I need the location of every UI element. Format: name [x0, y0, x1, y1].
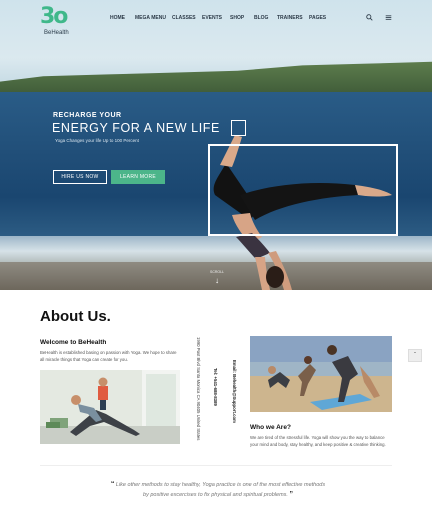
welcome-title: Welcome to BeHealth — [40, 339, 107, 346]
phone-vertical: Tel: +541-688-8389 — [210, 368, 230, 438]
page: 3o BeHealth HOME MEGA MENU CLASSES EVENT… — [0, 0, 432, 512]
learn-more-button[interactable]: LEARN MORE — [111, 170, 165, 184]
brand-logo[interactable]: 3o — [40, 4, 70, 29]
hero-section: 3o BeHealth HOME MEGA MENU CLASSES EVENT… — [0, 0, 432, 290]
quote-text: Like other methods to stay healthy, Yoga… — [115, 482, 326, 498]
nav-item-shop[interactable]: SHOP — [230, 15, 244, 21]
hamburger-icon[interactable] — [385, 14, 392, 21]
phone-text[interactable]: Tel: +541-688-8389 — [213, 368, 218, 406]
hero-frame — [208, 144, 398, 236]
hire-us-button[interactable]: HIRE US NOW — [53, 170, 107, 184]
about-title: About Us. — [40, 308, 111, 325]
scroll-label: SCROLL — [210, 270, 225, 274]
beach-yoga-illustration — [250, 336, 392, 412]
section-divider — [40, 465, 392, 466]
welcome-body: BeHealth is established basing on passio… — [40, 350, 177, 362]
address-text: 1990 Post Blvd Santa Monica CA 90405 Uni… — [196, 337, 201, 441]
quote-open-icon: “ — [110, 481, 115, 488]
who-we-are-title: Who we Are? — [250, 424, 291, 431]
hero-subtitle: Yoga Changes your life Up to 100 Percent — [55, 138, 139, 143]
search-icon[interactable] — [366, 14, 373, 21]
nav-item-pages[interactable]: PAGES — [309, 15, 326, 21]
email-vertical: Email: Behealth@Support.com — [229, 360, 249, 430]
brand-name: BeHealth — [44, 30, 69, 36]
hero-kicker: RECHARGE YOUR — [53, 112, 122, 119]
who-we-are-body: We are tired of the stressful life. Yoga… — [250, 435, 386, 447]
quote-block: “ Like other methods to stay healthy, Yo… — [108, 480, 328, 500]
email-text[interactable]: Email: Behealth@Support.com — [232, 360, 237, 423]
yoga-class-illustration — [40, 370, 180, 444]
hero-hills — [0, 61, 432, 96]
nav-item-classes[interactable]: CLASSES — [172, 15, 196, 21]
nav-item-events[interactable]: EVENTS — [202, 15, 222, 21]
hero-frame-small — [231, 120, 246, 136]
nav-item-mega-menu[interactable]: MEGA MENU — [135, 15, 166, 21]
arrow-down-icon[interactable]: ↓ — [215, 276, 219, 285]
chevron-up-icon[interactable]: ˆ — [408, 349, 422, 362]
quote-close-icon: ” — [289, 491, 293, 498]
yoga-class-photo — [40, 370, 180, 444]
beach-yoga-photo — [250, 336, 392, 412]
hero-headline: ENERGY FOR A NEW LIFE — [52, 121, 220, 135]
nav-item-blog[interactable]: BLOG — [254, 15, 268, 21]
nav-item-home[interactable]: HOME — [110, 15, 125, 21]
nav-item-trainers[interactable]: TRAINERS — [277, 15, 303, 21]
